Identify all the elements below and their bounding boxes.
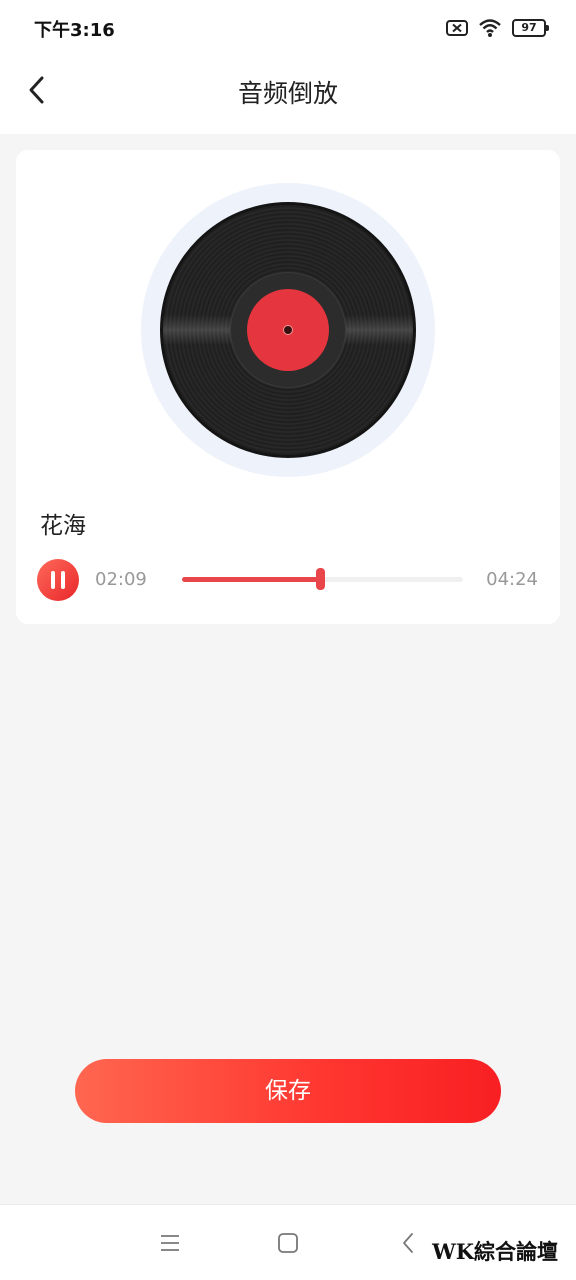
- status-time: 下午3:16: [34, 20, 115, 41]
- progress-fill: [182, 577, 320, 582]
- player-card: 花海 02:09 04:24: [16, 150, 560, 624]
- vinyl-spindle-hole: [284, 326, 292, 334]
- home-square-icon[interactable]: [276, 1231, 300, 1255]
- status-bar: 下午3:16 97: [0, 0, 576, 56]
- save-button[interactable]: 保存: [75, 1059, 501, 1123]
- pause-button[interactable]: [37, 559, 79, 601]
- battery-icon: 97: [512, 19, 549, 37]
- wifi-icon: [479, 19, 501, 37]
- watermark-text: WK綜合論壇: [432, 1239, 558, 1264]
- total-time: 04:24: [486, 569, 538, 590]
- app-header: 音频倒放: [0, 56, 576, 134]
- progress-thumb[interactable]: [315, 568, 325, 590]
- page-title: 音频倒放: [237, 79, 338, 108]
- sim-x-icon: [446, 20, 468, 36]
- battery-level: 97: [521, 21, 537, 34]
- progress-slider[interactable]: [182, 568, 463, 590]
- current-time: 02:09: [95, 569, 147, 590]
- status-icons: 97: [446, 16, 549, 40]
- back-chevron-icon[interactable]: [397, 1231, 421, 1255]
- menu-icon[interactable]: [158, 1231, 182, 1255]
- song-title: 花海: [40, 513, 86, 539]
